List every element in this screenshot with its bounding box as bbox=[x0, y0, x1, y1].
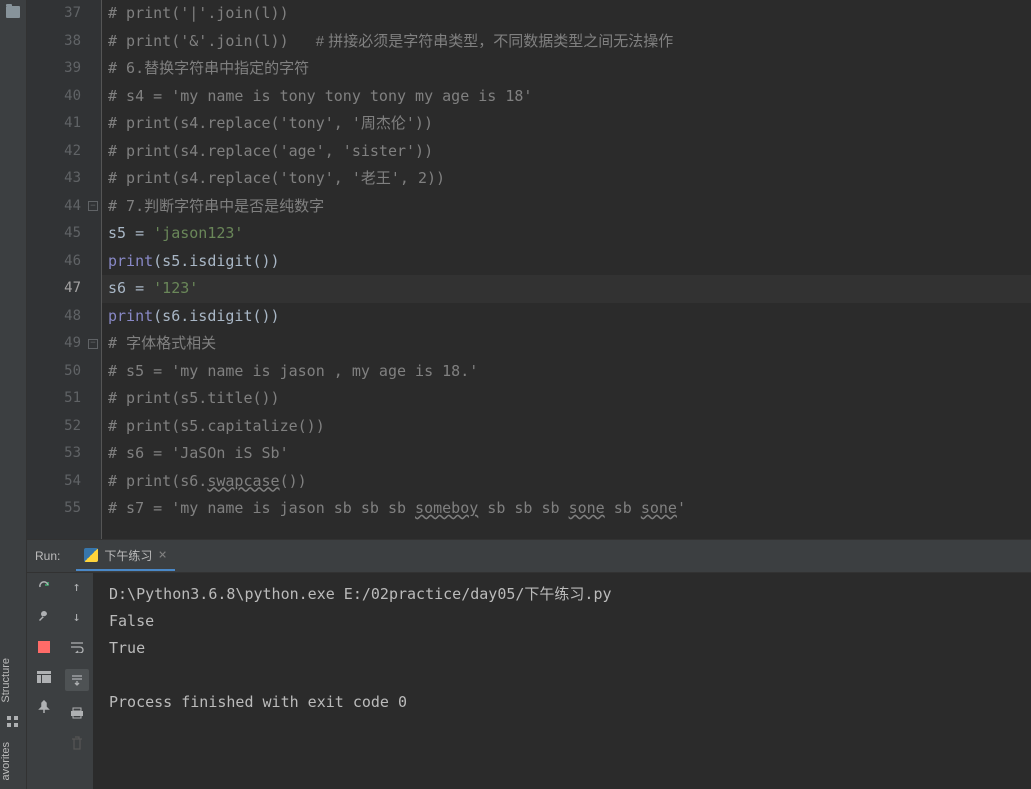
scroll-to-end-icon[interactable] bbox=[65, 669, 89, 691]
run-tab[interactable]: 下午练习 × bbox=[76, 541, 174, 571]
run-toolbar-left bbox=[27, 573, 60, 789]
code-line[interactable]: # print(s5.capitalize()) bbox=[102, 413, 1031, 441]
console-output[interactable]: D:\Python3.6.8\python.exe E:/02practice/… bbox=[93, 573, 1031, 789]
run-toolbar-right: ↑ ↓ bbox=[60, 573, 93, 789]
code-line[interactable]: # print(s5.title()) bbox=[102, 385, 1031, 413]
line-number: 55 bbox=[27, 495, 101, 523]
project-tool-icon[interactable] bbox=[6, 6, 20, 18]
layout-icon[interactable] bbox=[36, 669, 52, 685]
code-line[interactable]: # print(s4.replace('tony', '周杰伦')) bbox=[102, 110, 1031, 138]
print-icon[interactable] bbox=[69, 705, 85, 721]
line-number: 53 bbox=[27, 440, 101, 468]
close-tab-icon[interactable]: × bbox=[158, 547, 166, 563]
line-number: 50 bbox=[27, 358, 101, 386]
code-line[interactable]: # s5 = 'my name is jason , my age is 18.… bbox=[102, 358, 1031, 386]
line-number: 52 bbox=[27, 413, 101, 441]
code-line[interactable]: # print(s4.replace('age', 'sister')) bbox=[102, 138, 1031, 166]
code-area[interactable]: # print('|'.join(l))# print('&'.join(l))… bbox=[102, 0, 1031, 539]
rerun-icon[interactable] bbox=[36, 579, 52, 595]
console-line: True bbox=[109, 635, 1015, 662]
code-line[interactable]: # print(s6.swapcase()) bbox=[102, 468, 1031, 496]
code-line[interactable]: s5 = 'jason123' bbox=[102, 220, 1031, 248]
line-number: 37 bbox=[27, 0, 101, 28]
line-number: 38 bbox=[27, 28, 101, 56]
run-header: Run: 下午练习 × bbox=[27, 540, 1031, 573]
fold-marker-icon[interactable]: − bbox=[88, 201, 98, 211]
console-line: Process finished with exit code 0 bbox=[109, 689, 1015, 716]
code-line[interactable]: # print('|'.join(l)) bbox=[102, 0, 1031, 28]
python-icon bbox=[84, 548, 98, 562]
line-number: 43 bbox=[27, 165, 101, 193]
code-line[interactable]: # 7.判断字符串中是否是纯数字 bbox=[102, 193, 1031, 221]
code-line[interactable]: # s6 = 'JaSOn iS Sb' bbox=[102, 440, 1031, 468]
console-line bbox=[109, 662, 1015, 689]
line-number: 45 bbox=[27, 220, 101, 248]
soft-wrap-icon[interactable] bbox=[69, 639, 85, 655]
editor-gutter: 3738394041424344−4546474849−505152535455 bbox=[27, 0, 102, 539]
line-number: 46 bbox=[27, 248, 101, 276]
pin-icon[interactable] bbox=[36, 699, 52, 715]
left-sidebar: Structure avorites bbox=[0, 0, 27, 789]
console-line: False bbox=[109, 608, 1015, 635]
code-line[interactable]: print(s5.isdigit()) bbox=[102, 248, 1031, 276]
stop-icon[interactable] bbox=[36, 639, 52, 655]
line-number: 47 bbox=[27, 275, 101, 303]
line-number: 48 bbox=[27, 303, 101, 331]
line-number: 51 bbox=[27, 385, 101, 413]
code-line[interactable]: print(s6.isdigit()) bbox=[102, 303, 1031, 331]
main-content: 3738394041424344−4546474849−505152535455… bbox=[27, 0, 1031, 789]
line-number: 44− bbox=[27, 193, 101, 221]
run-label: Run: bbox=[35, 549, 60, 563]
delete-icon[interactable] bbox=[69, 735, 85, 751]
code-line[interactable]: s6 = '123' bbox=[102, 275, 1031, 303]
code-line[interactable]: # s7 = 'my name is jason sb sb sb somebo… bbox=[102, 495, 1031, 523]
line-number: 42 bbox=[27, 138, 101, 166]
code-line[interactable]: # print(s4.replace('tony', '老王', 2)) bbox=[102, 165, 1031, 193]
code-line[interactable]: # s4 = 'my name is tony tony tony my age… bbox=[102, 83, 1031, 111]
editor-area: 3738394041424344−4546474849−505152535455… bbox=[27, 0, 1031, 539]
line-number: 39 bbox=[27, 55, 101, 83]
code-line[interactable]: # 字体格式相关 bbox=[102, 330, 1031, 358]
console-line: D:\Python3.6.8\python.exe E:/02practice/… bbox=[109, 581, 1015, 608]
line-number: 54 bbox=[27, 468, 101, 496]
code-line[interactable]: # 6.替换字符串中指定的字符 bbox=[102, 55, 1031, 83]
run-tool-window: Run: 下午练习 × bbox=[27, 539, 1031, 789]
line-number: 49− bbox=[27, 330, 101, 358]
up-arrow-icon[interactable]: ↑ bbox=[69, 579, 85, 595]
structure-icon[interactable] bbox=[5, 714, 21, 730]
run-body: ↑ ↓ D:\Python3.6.8\python.exe E:/02pract… bbox=[27, 573, 1031, 789]
favorites-tool-button[interactable]: avorites bbox=[0, 734, 26, 789]
line-number: 41 bbox=[27, 110, 101, 138]
structure-tool-button[interactable]: Structure bbox=[0, 650, 26, 711]
code-line[interactable]: # print('&'.join(l)) # 拼接必须是字符串类型，不同数据类型… bbox=[102, 28, 1031, 56]
run-tab-label: 下午练习 bbox=[104, 547, 152, 564]
fold-marker-icon[interactable]: − bbox=[88, 339, 98, 349]
wrench-icon[interactable] bbox=[36, 609, 52, 625]
down-arrow-icon[interactable]: ↓ bbox=[69, 609, 85, 625]
line-number: 40 bbox=[27, 83, 101, 111]
